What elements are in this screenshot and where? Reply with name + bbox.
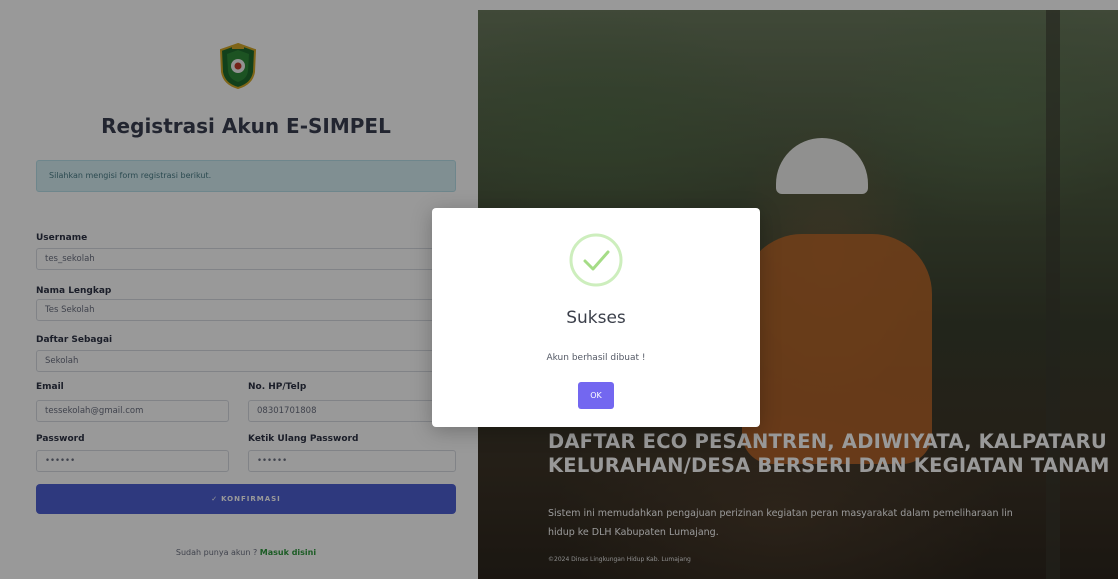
success-dialog: Sukses Akun berhasil dibuat ! OK bbox=[432, 208, 760, 427]
success-check-icon bbox=[569, 233, 623, 287]
dialog-title: Sukses bbox=[566, 308, 626, 328]
ok-button[interactable]: OK bbox=[578, 382, 614, 409]
page: Registrasi Akun E-SIMPEL Silahkan mengis… bbox=[0, 0, 1118, 579]
dialog-message: Akun berhasil dibuat ! bbox=[546, 353, 646, 363]
